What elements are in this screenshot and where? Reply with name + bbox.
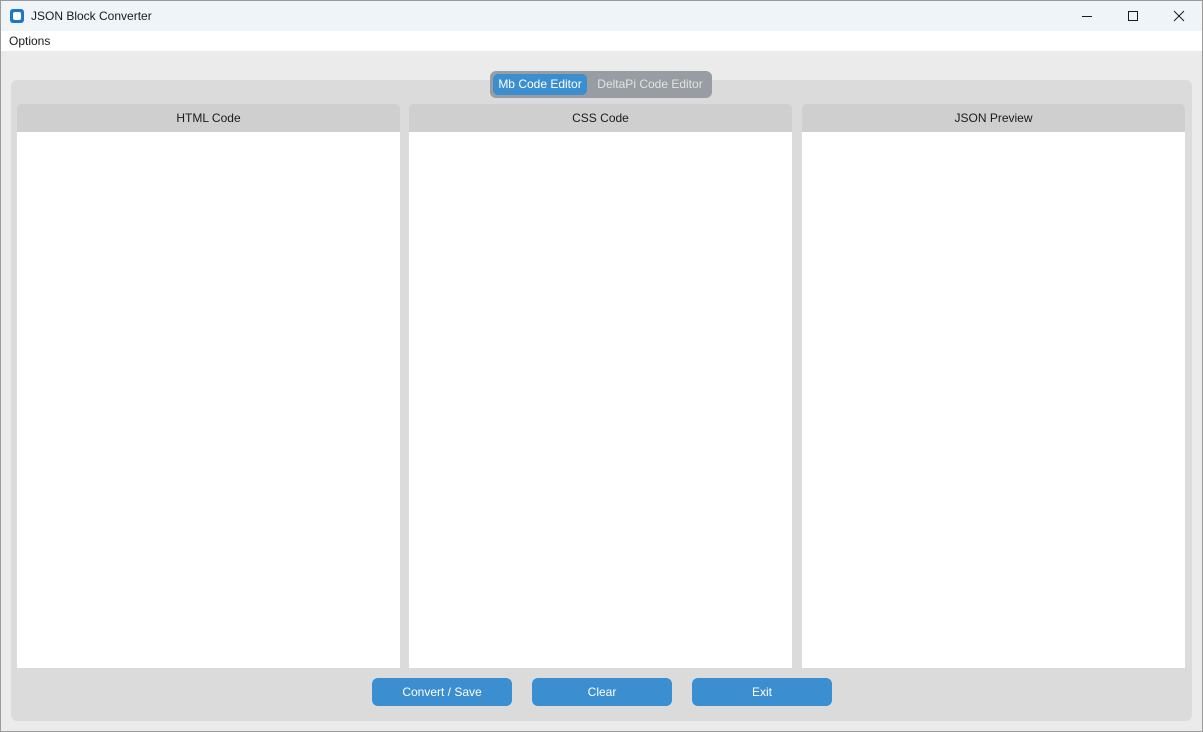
html-code-panel: HTML Code: [17, 104, 400, 668]
title-bar[interactable]: JSON Block Converter: [1, 1, 1202, 31]
maximize-button[interactable]: [1110, 1, 1156, 31]
json-preview-textarea[interactable]: [802, 132, 1185, 668]
tab-deltapi-code-editor[interactable]: DeltaPi Code Editor: [590, 74, 710, 95]
json-preview-panel: JSON Preview: [802, 104, 1185, 668]
menu-options[interactable]: Options: [9, 34, 50, 48]
app-window: JSON Block Converter Options Mb Code Edi…: [0, 0, 1203, 732]
window-title: JSON Block Converter: [31, 9, 152, 23]
exit-button[interactable]: Exit: [692, 678, 832, 706]
tab-bar: Mb Code Editor DeltaPi Code Editor: [490, 71, 712, 98]
close-button[interactable]: [1156, 1, 1202, 31]
json-preview-header: JSON Preview: [802, 104, 1185, 132]
convert-save-button[interactable]: Convert / Save: [372, 678, 512, 706]
html-code-header: HTML Code: [17, 104, 400, 132]
clear-button[interactable]: Clear: [532, 678, 672, 706]
css-code-panel: CSS Code: [409, 104, 792, 668]
maximize-icon: [1128, 11, 1138, 21]
minimize-button[interactable]: [1064, 1, 1110, 31]
html-code-textarea[interactable]: [17, 132, 400, 668]
app-icon: [10, 9, 24, 23]
minimize-icon: [1082, 16, 1092, 17]
tab-mb-code-editor[interactable]: Mb Code Editor: [493, 74, 587, 95]
menu-bar: Options: [1, 31, 1202, 51]
close-icon: [1173, 10, 1185, 22]
css-code-header: CSS Code: [409, 104, 792, 132]
css-code-textarea[interactable]: [409, 132, 792, 668]
